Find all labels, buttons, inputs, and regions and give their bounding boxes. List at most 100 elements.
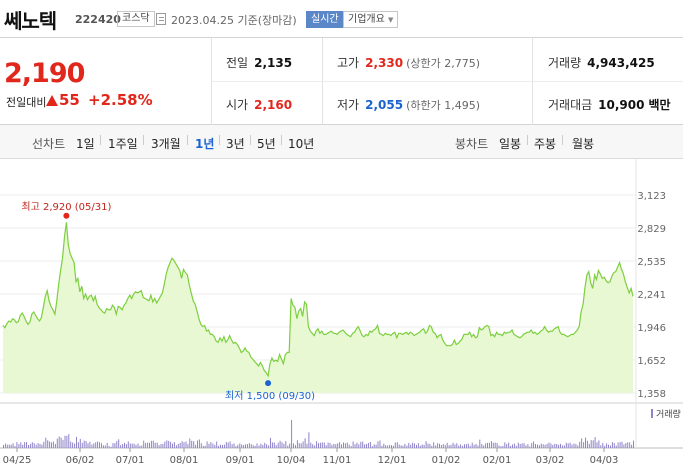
candle-weekly[interactable]: 주봉 [534,135,556,152]
volume-bar [387,445,389,448]
volume-bar [112,443,114,448]
volume-bar [531,443,533,448]
volume-bar [10,444,12,448]
volume-bar [277,442,279,448]
volume-bar [335,444,337,448]
period-10y[interactable]: 10년 [288,135,314,152]
volume-bar [581,438,583,448]
volume-bar [608,444,609,448]
period-1y[interactable]: 1년 [195,135,214,152]
volume-bar [29,443,31,448]
document-icon [156,13,166,25]
x-tick-label: 07/01 [116,455,145,466]
volume-bar [552,444,554,448]
volume-bar [396,442,398,448]
divider [100,135,101,145]
volume-bar [93,443,95,448]
volume-bar [4,443,6,448]
volume-bar [554,443,556,448]
min-label: 최저 1,500 (09/30) [225,390,315,402]
volume-bar [293,443,294,448]
volume-bar [108,446,110,448]
volume-bar [331,444,333,448]
period-3m[interactable]: 3개월 [151,135,181,152]
candle-monthly[interactable]: 월봉 [572,135,594,152]
volume-bar [431,445,433,448]
volume-bar [394,442,396,448]
prev-close-value: 2,135 [254,56,293,70]
volume-bar [37,443,39,448]
volume-bar [586,440,588,448]
volume-bar [106,443,108,448]
x-tick-label: 01/02 [432,455,461,466]
volume-bar [488,442,490,448]
volume-bar [389,444,391,448]
current-price: 2,190 [4,58,85,89]
open-label: 시가 [226,98,249,112]
volume-bar [24,442,26,448]
amount-unit: 백만 [648,98,671,112]
candle-daily[interactable]: 일봉 [499,135,521,152]
period-3y[interactable]: 3년 [226,135,245,152]
volume-bar [369,441,371,448]
volume-bar [33,443,35,448]
volume-bar [421,444,423,448]
volume-bar [521,443,523,448]
volume-bar [515,445,517,448]
volume-bar [633,440,634,448]
volume-bar [598,440,600,448]
volume-bar [70,441,72,448]
volume-bar [279,440,281,448]
volume-bar [89,441,91,448]
y-tick-label: 1,358 [637,389,666,400]
volume-bar [110,446,112,448]
volume-cell: 거래량 4,943,425 [548,54,655,71]
volume-bar [362,441,364,448]
volume-bar [381,445,383,448]
period-1w[interactable]: 1주일 [108,135,138,152]
volume-bar [408,442,410,448]
volume-bar [502,445,504,448]
volume-bar [490,441,492,448]
period-5y[interactable]: 5년 [257,135,276,152]
volume-bar [193,441,195,448]
volume-bar [233,443,235,448]
volume-bar [56,438,58,448]
volume-bar [479,439,481,448]
volume-bar [270,437,271,448]
x-tick-label: 06/02 [66,455,95,466]
volume-bar [175,445,177,448]
volume-bar [492,442,494,448]
x-tick-label: 09/01 [226,455,255,466]
volume-bar [314,445,316,448]
chevron-down-icon: ▼ [388,16,394,24]
volume-bar [379,440,381,448]
volume-bar [248,443,250,448]
company-info-dropdown[interactable]: 기업개요 ▼ [343,11,399,28]
volume-bar [481,443,483,448]
divider [281,135,282,145]
volume-bar [87,443,89,448]
volume-bar [291,420,293,448]
divider [250,135,251,145]
volume-bar [172,443,173,448]
volume-bar [41,444,43,448]
volume-bar [252,445,254,448]
volume-bar [14,446,16,448]
realtime-button[interactable]: 실시간 [306,11,344,28]
volume-bar [16,442,18,448]
volume-bar [52,441,54,448]
volume-bar [260,443,262,448]
period-1d[interactable]: 1일 [76,135,95,152]
volume-bar [191,440,193,448]
volume-bar [439,443,440,448]
price-area [3,222,633,393]
x-tick-label: 08/01 [170,455,199,466]
volume-bar [346,442,348,448]
volume-bar [323,442,325,448]
volume-bar [222,445,223,448]
volume-bar [611,442,613,448]
price-chart[interactable]: 3,123 2,829 2,535 2,241 1,946 1,652 1,358 04/25… [0,159,683,476]
volume-bar [218,445,220,448]
volume-legend: 거래량 [656,408,681,420]
